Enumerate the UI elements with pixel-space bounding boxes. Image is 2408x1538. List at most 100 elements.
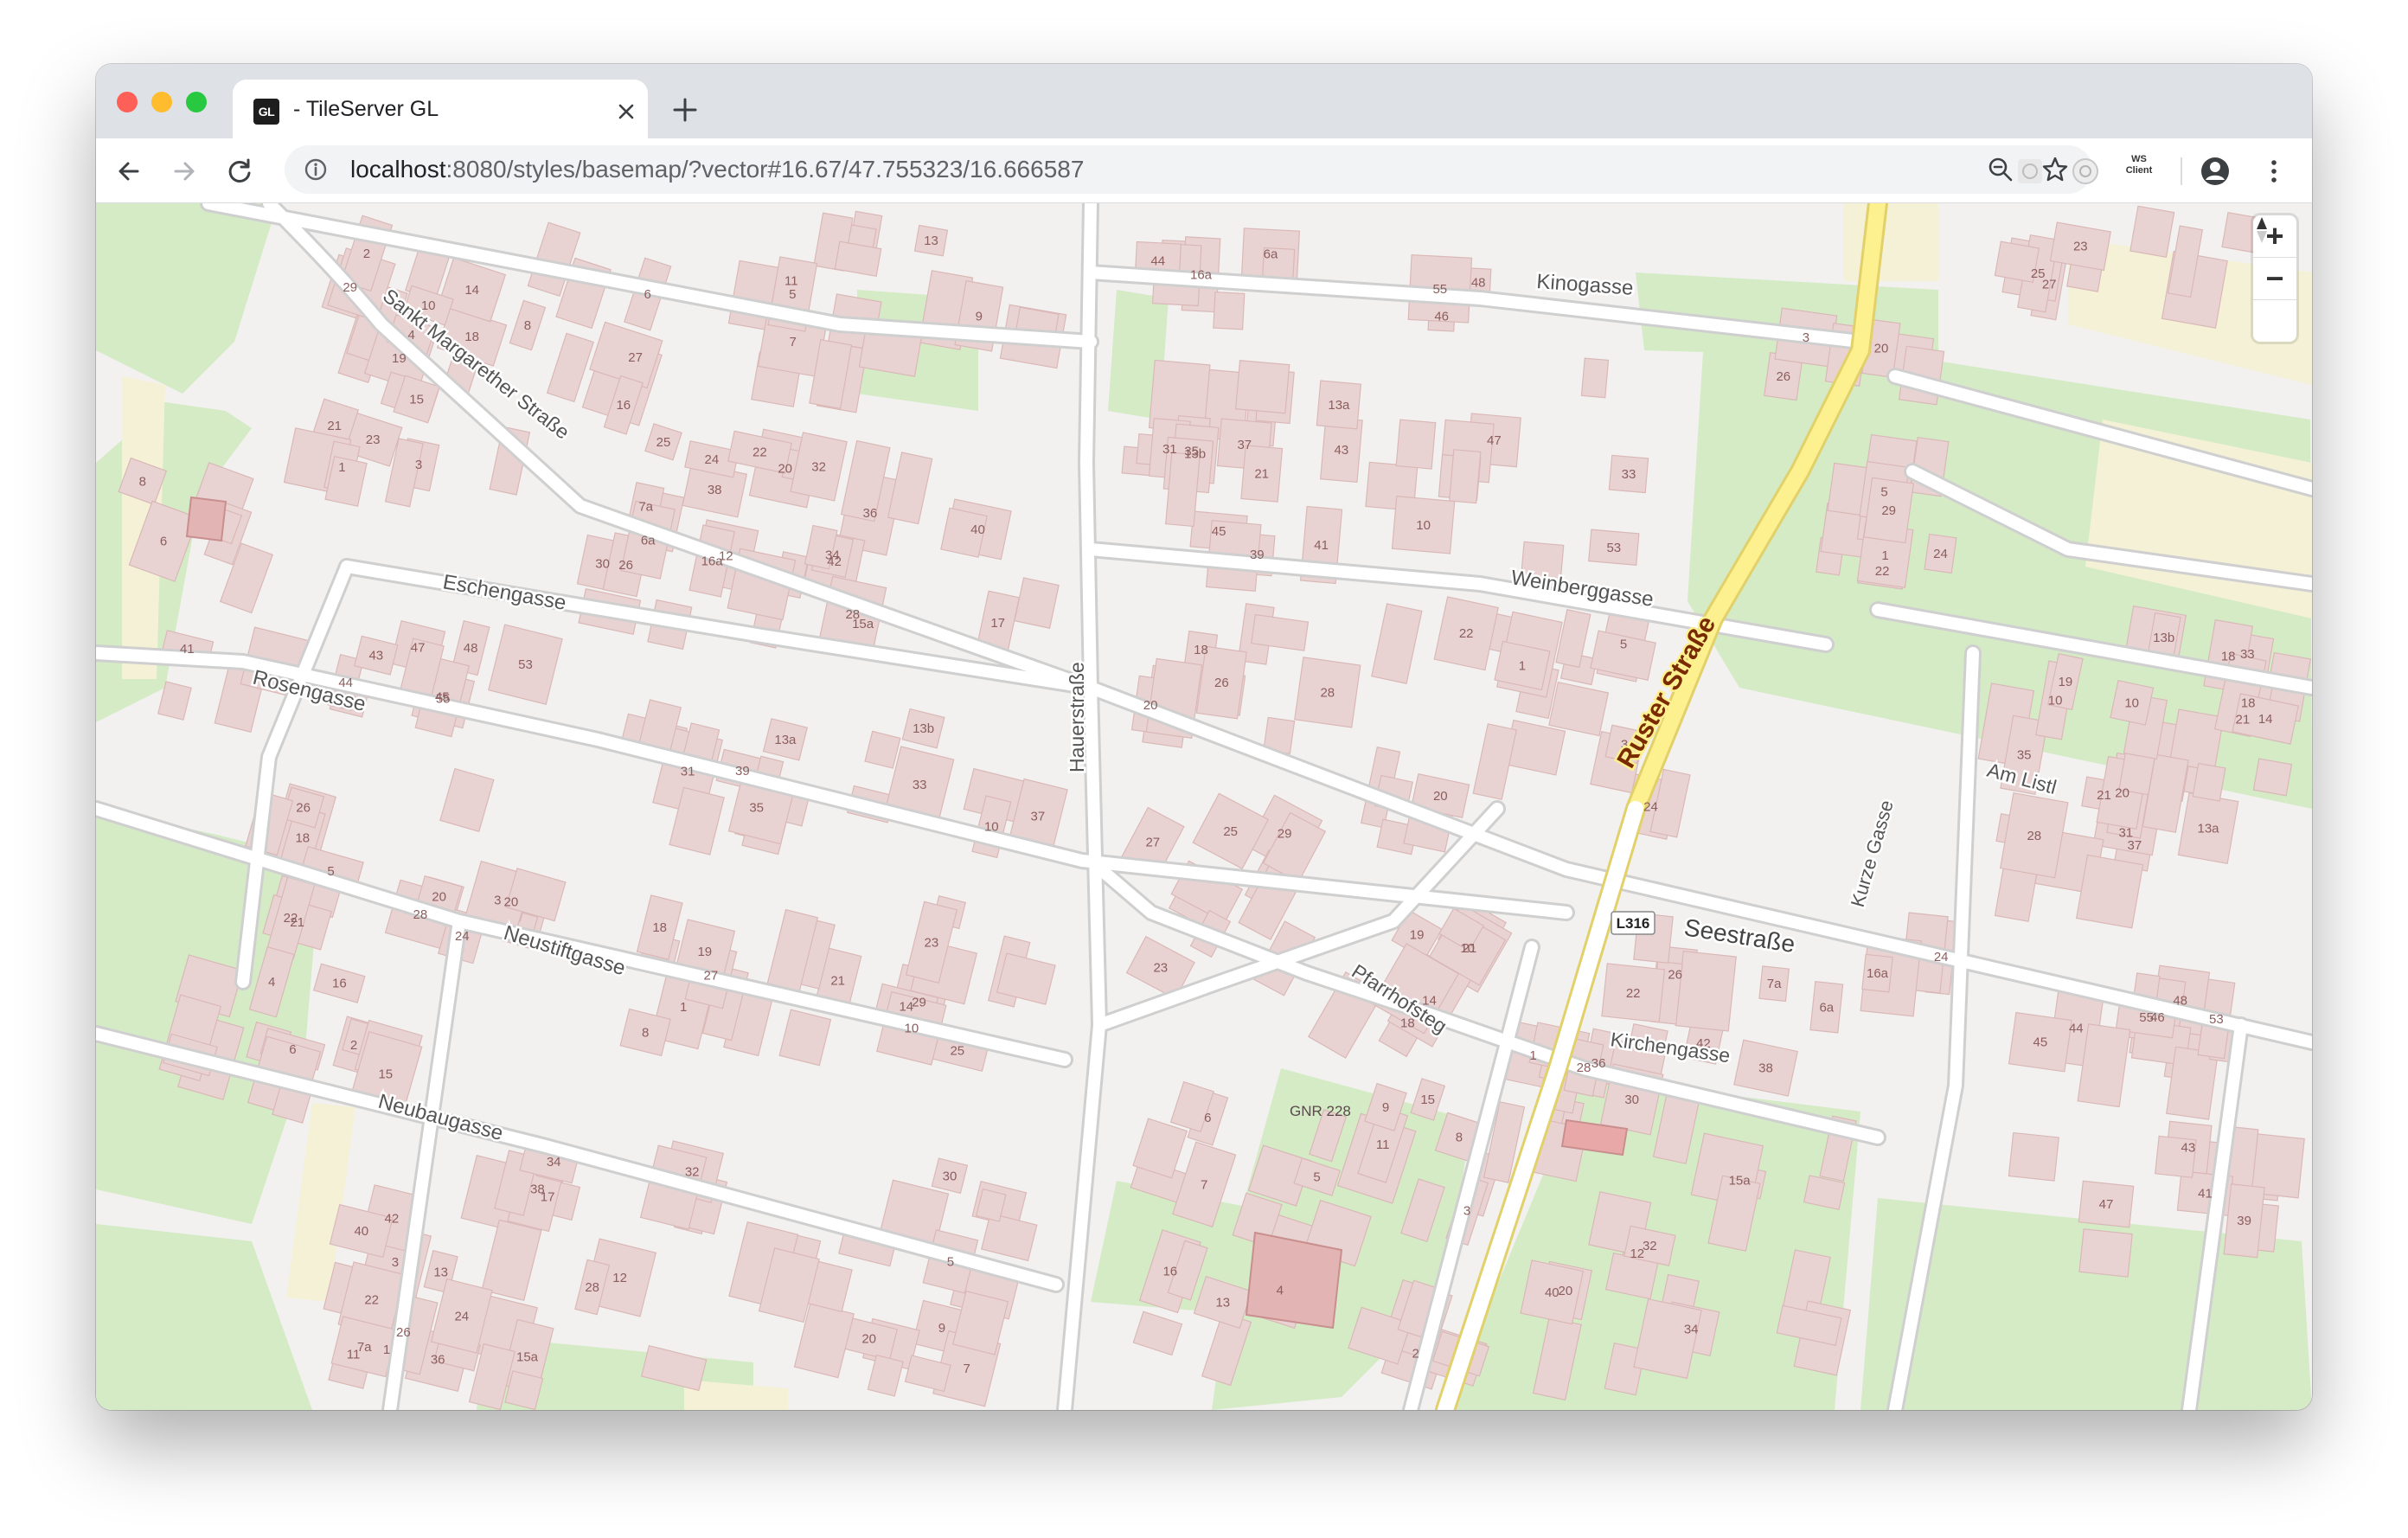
house-number: 6a — [1819, 1000, 1834, 1015]
building — [1371, 603, 1423, 684]
house-number: 20 — [778, 462, 792, 477]
menu-kebab-icon[interactable] — [2258, 156, 2290, 187]
house-number: 21 — [2236, 712, 2251, 727]
house-number: 9 — [1382, 1100, 1389, 1115]
extension-icon[interactable] — [2070, 156, 2101, 187]
house-number: 6 — [644, 287, 651, 302]
house-number: 55 — [1432, 282, 1447, 297]
house-number: 21 — [2097, 788, 2111, 803]
info-icon[interactable] — [304, 157, 328, 182]
house-number: 48 — [464, 641, 478, 656]
house-number: 35 — [2017, 748, 2032, 763]
extension-icon[interactable] — [2014, 156, 2046, 187]
house-number: 8 — [1456, 1131, 1463, 1145]
ws-client-line1: WS — [2131, 154, 2147, 164]
house-number: 23 — [366, 433, 381, 447]
house-number: 5 — [1313, 1170, 1320, 1185]
new-tab-plus-icon[interactable] — [670, 95, 700, 125]
house-number: 39 — [2237, 1214, 2251, 1228]
house-number: 13 — [433, 1265, 448, 1279]
building — [2008, 1131, 2059, 1182]
house-number: 26 — [1668, 968, 1682, 983]
house-number: 46 — [1434, 310, 1449, 324]
house-number: 30 — [595, 557, 610, 572]
building — [1132, 1311, 1183, 1356]
house-number: 20 — [861, 1332, 876, 1347]
house-number: 16 — [332, 977, 347, 991]
compass-button[interactable] — [2253, 217, 2296, 342]
house-number: 20 — [1559, 1284, 1573, 1298]
zoom-window-button[interactable] — [186, 92, 207, 112]
house-number: 41 — [1314, 538, 1329, 553]
house-number: 37 — [1031, 810, 1046, 824]
house-number: 16 — [616, 398, 631, 413]
house-number: 10 — [905, 1022, 919, 1036]
house-number: 43 — [1335, 443, 1349, 458]
url-text[interactable]: localhost:8080/styles/basemap/?vector#16… — [350, 156, 1084, 183]
zoom-controls: + − — [2253, 215, 2296, 342]
building — [2192, 762, 2226, 802]
house-number: 7 — [790, 335, 797, 349]
house-number: 22 — [284, 911, 298, 926]
house-number: 8 — [524, 318, 531, 333]
house-number: 44 — [2069, 1022, 2084, 1036]
house-number: 45 — [435, 689, 450, 704]
house-number: 28 — [2027, 829, 2041, 843]
ws-client-extension[interactable]: WS Client — [2120, 154, 2158, 189]
compass-icon — [2257, 217, 2267, 243]
back-icon[interactable] — [113, 156, 144, 187]
forward-icon[interactable] — [169, 156, 200, 187]
house-number: 11 — [1376, 1137, 1390, 1152]
house-number: 16a — [1867, 966, 1889, 981]
house-number: 47 — [411, 641, 426, 656]
house-number: 10 — [984, 820, 999, 835]
close-icon[interactable] — [613, 99, 639, 125]
house-number: 1 — [383, 1343, 390, 1357]
url-host: localhost — [350, 156, 446, 183]
building — [2129, 205, 2175, 259]
house-number: 42 — [385, 1211, 400, 1226]
house-number: 36 — [1591, 1056, 1606, 1071]
house-number: 40 — [970, 522, 985, 537]
tab-strip: GL - TileServer GL — [96, 64, 2312, 140]
house-number: 32 — [1643, 1239, 1657, 1253]
house-number: 28 — [845, 607, 860, 622]
close-window-button[interactable] — [117, 92, 138, 112]
house-number: 26 — [1214, 676, 1229, 690]
house-number: 55 — [2139, 1010, 2154, 1025]
reload-icon[interactable] — [224, 156, 255, 187]
house-number: 29 — [343, 280, 357, 295]
poi-label-gnr: GNR 228 — [1290, 1103, 1351, 1119]
zoom-out-icon[interactable] — [1987, 156, 2014, 183]
house-number: 6 — [160, 535, 167, 549]
building — [1014, 577, 1060, 629]
browser-tab[interactable]: GL - TileServer GL — [233, 80, 648, 140]
house-number: 13a — [774, 733, 797, 747]
house-number: 16 — [1162, 1265, 1177, 1279]
profile-icon[interactable] — [2200, 156, 2231, 187]
building — [867, 1354, 904, 1397]
house-number: 3 — [392, 1255, 399, 1270]
address-bar[interactable]: localhost:8080/styles/basemap/?vector#16… — [285, 145, 2092, 194]
house-number: 20 — [1874, 342, 1889, 356]
minimize-window-button[interactable] — [151, 92, 172, 112]
house-number: 26 — [296, 801, 311, 816]
house-number: 10 — [2048, 694, 2063, 708]
house-number: 6a — [641, 533, 656, 548]
house-number: 26 — [1776, 369, 1790, 384]
house-number: 27 — [628, 350, 643, 365]
building — [864, 730, 901, 769]
house-number: 36 — [431, 1353, 445, 1368]
building — [1449, 449, 1482, 504]
house-number: 15 — [409, 393, 424, 407]
house-number: 18 — [1194, 643, 1208, 657]
house-number: 18 — [2221, 650, 2236, 664]
map-canvas[interactable]: 29 27 25 23 21 19 18 14 10 8 6 2 16 4 15 13 11 9 7 5 3 1 17 20 1… — [96, 203, 2312, 1410]
house-number: 22 — [1875, 564, 1890, 579]
house-number: 38 — [1758, 1061, 1773, 1076]
house-number: 20 — [432, 890, 446, 905]
zoom-out-button[interactable]: − — [2253, 258, 2296, 300]
house-number: 41 — [2198, 1187, 2213, 1202]
building — [2078, 1228, 2133, 1278]
house-number: 10 — [1416, 518, 1431, 533]
